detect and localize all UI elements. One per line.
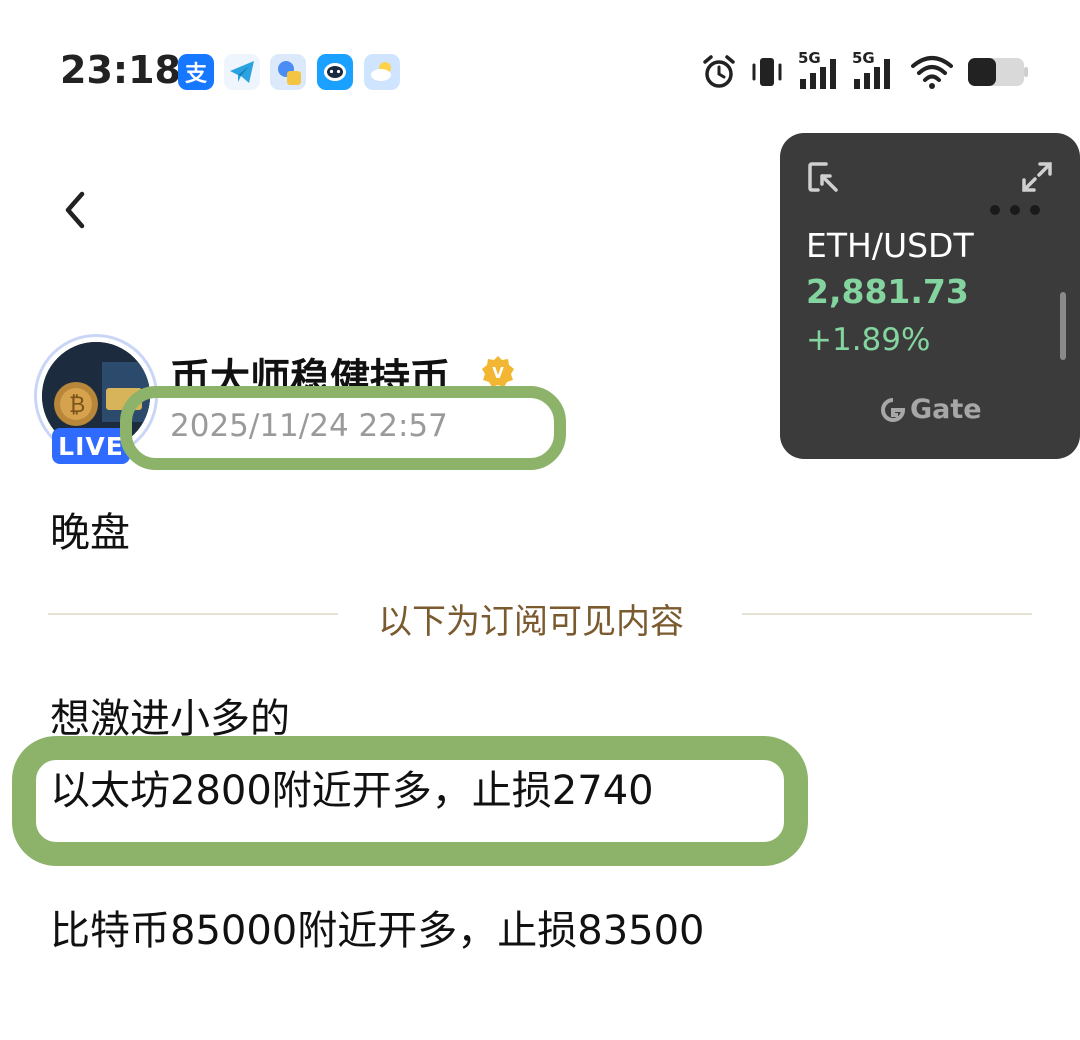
widget-change: +1.89% <box>806 322 931 358</box>
subscriber-divider-label: 以下为订阅可见内容 <box>378 602 684 642</box>
alipay-icon: 支 <box>178 54 214 90</box>
weather-icon <box>364 54 400 90</box>
live-badge[interactable]: LIVE <box>52 428 130 464</box>
signal-bars-icon <box>854 59 890 89</box>
telegram-icon <box>224 54 260 90</box>
verified-badge-label: V <box>492 364 504 382</box>
widget-price: 2,881.73 <box>806 272 969 311</box>
widget-pair: ETH/USDT <box>806 226 974 265</box>
divider-right <box>742 613 1032 615</box>
widget-brand-label: Gate <box>910 394 982 425</box>
robot-app-icon <box>317 54 353 90</box>
divider-left <box>48 613 338 615</box>
signal-bars-icon <box>800 59 836 89</box>
more-options-icon[interactable] <box>988 203 1042 217</box>
wifi-icon <box>911 56 953 89</box>
signal-5g-2: 5G <box>852 49 898 91</box>
widget-scrollbar[interactable] <box>1060 292 1066 360</box>
status-indicators: 5G 5G <box>700 49 1030 94</box>
vibrate-icon <box>752 58 782 86</box>
back-chevron-icon[interactable] <box>52 186 100 234</box>
signal-5g-1: 5G <box>798 49 844 91</box>
battery-icon <box>968 58 1028 86</box>
gate-logo-icon <box>881 397 906 422</box>
status-time: 23:18 <box>60 48 181 92</box>
expand-icon[interactable] <box>1020 160 1054 194</box>
svg-text:₿: ₿ <box>69 393 85 418</box>
highlight-box-timestamp <box>120 386 566 470</box>
post-line: 比特币85000附近开多，止损83500 <box>50 908 705 954</box>
widget-brand: Gate <box>880 394 982 425</box>
highlight-box-eth <box>12 736 808 866</box>
notes-app-icon <box>270 54 306 90</box>
alipay-glyph: 支 <box>184 62 207 87</box>
verified-badge-icon: V <box>482 356 514 387</box>
alarm-icon <box>703 55 735 88</box>
post-title: 晚盘 <box>50 510 130 556</box>
minimize-window-icon[interactable] <box>806 160 840 194</box>
